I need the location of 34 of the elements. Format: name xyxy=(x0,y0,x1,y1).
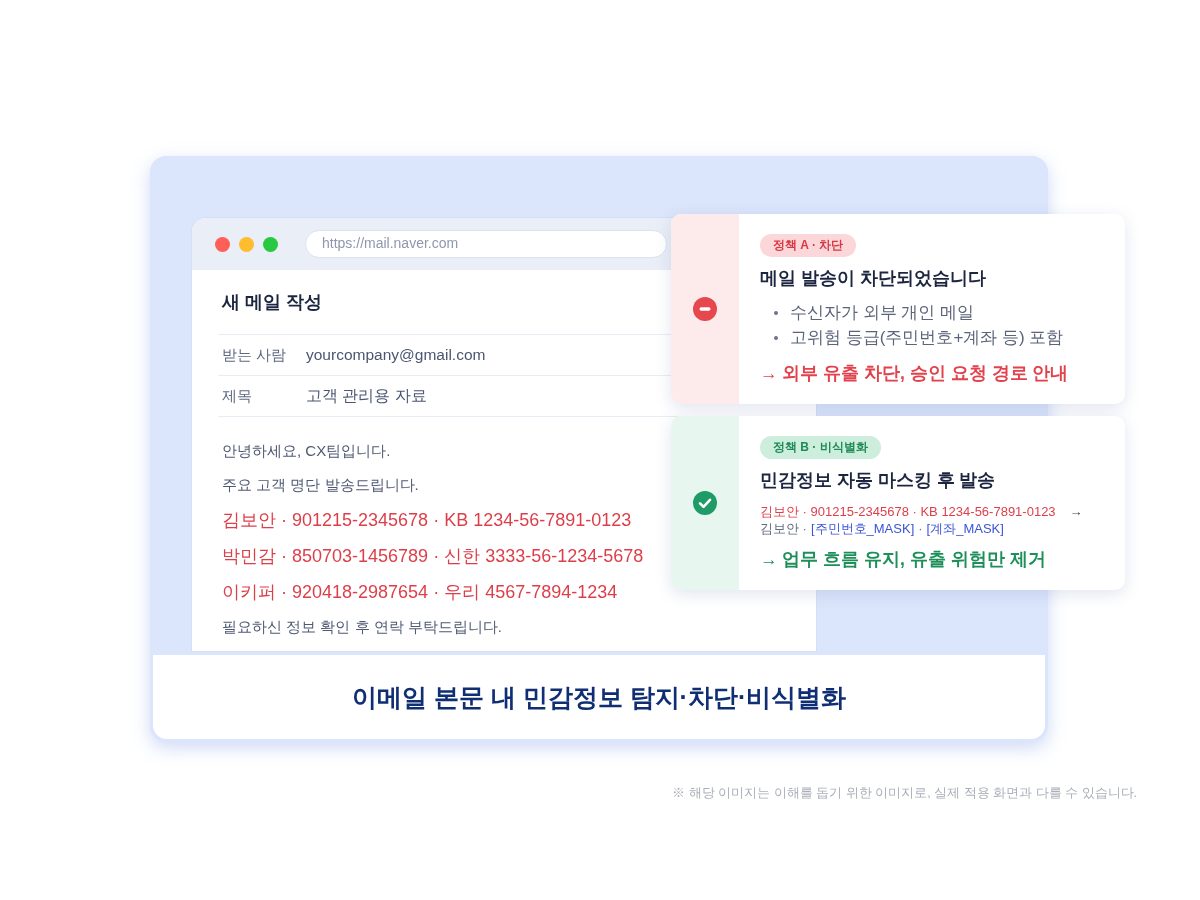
policy-tag: 정책 A · 차단 xyxy=(760,234,857,257)
reason-text: 수신자가 외부 개인 메일 xyxy=(790,302,975,324)
mask-token: [주민번호_MASK] xyxy=(810,519,915,538)
disclaimer-text: ※ 해당 이미지는 이해를 돕기 위한 이미지로, 실제 적용 화면과 다를 수 있습니다. xyxy=(672,785,1137,801)
window-zoom-control[interactable] xyxy=(263,236,278,252)
window-close-control[interactable] xyxy=(215,236,230,252)
sensitive-data-text: 이키퍼 · 920418-2987654 · 우리 4567-7894-1234 xyxy=(222,581,618,604)
original-data-text: 김보안 · 901215-2345678 · KB 1234-56-7891-0123 xyxy=(760,502,1056,521)
policy-tag: 정책 B · 비식별화 xyxy=(760,436,881,459)
policy-result-text: → 외부 유출 차단, 승인 요청 경로 안내 xyxy=(760,362,1069,385)
reason-text: 고위험 등급(주민번호+계좌 등) 포함 xyxy=(790,327,1064,349)
sensitive-data-text: 김보안 · 901215-2345678 · KB 1234-56-7891-0123 xyxy=(222,509,632,532)
input-field[interactable]: yourcompany@gmail.com xyxy=(306,346,486,364)
email-body-text: 안녕하세요, CX팀입니다. xyxy=(222,441,391,461)
policy-result-text: → 업무 흐름 유지, 유출 위험만 제거 xyxy=(760,548,1046,571)
mask-token: [계좌_MASK] xyxy=(926,519,1004,538)
policy-title: 민감정보 자동 마스킹 후 발송 xyxy=(760,469,996,492)
input-field[interactable]: 고객 관리용 자료 xyxy=(306,385,427,407)
bullet-icon xyxy=(774,335,778,340)
bullet-icon xyxy=(774,310,778,315)
masked-line-text: · xyxy=(918,520,923,537)
compose-title: 새 메일 작성 xyxy=(222,291,322,314)
sensitive-data-text: 박민감 · 850703-1456789 · 신한 3333-56-1234-5678 xyxy=(222,545,644,568)
email-body-text: 필요하신 정보 확인 후 연락 부탁드립니다. xyxy=(222,617,502,637)
caption-title: 이메일 본문 내 민감정보 탐지·차단·비식별화 xyxy=(153,655,1045,739)
field-label: 제목 xyxy=(222,386,253,406)
email-body-text: 주요 고객 명단 발송드립니다. xyxy=(222,475,419,495)
masked-line-text: 김보안 · xyxy=(760,520,807,537)
policy-title: 메일 발송이 차단되었습니다 xyxy=(760,267,986,290)
block-icon xyxy=(693,297,717,321)
check-icon xyxy=(693,491,717,515)
field-label: 받는 사람 xyxy=(222,345,288,365)
arrow-icon: → xyxy=(1069,504,1083,519)
window-minimize-control[interactable] xyxy=(239,236,254,252)
